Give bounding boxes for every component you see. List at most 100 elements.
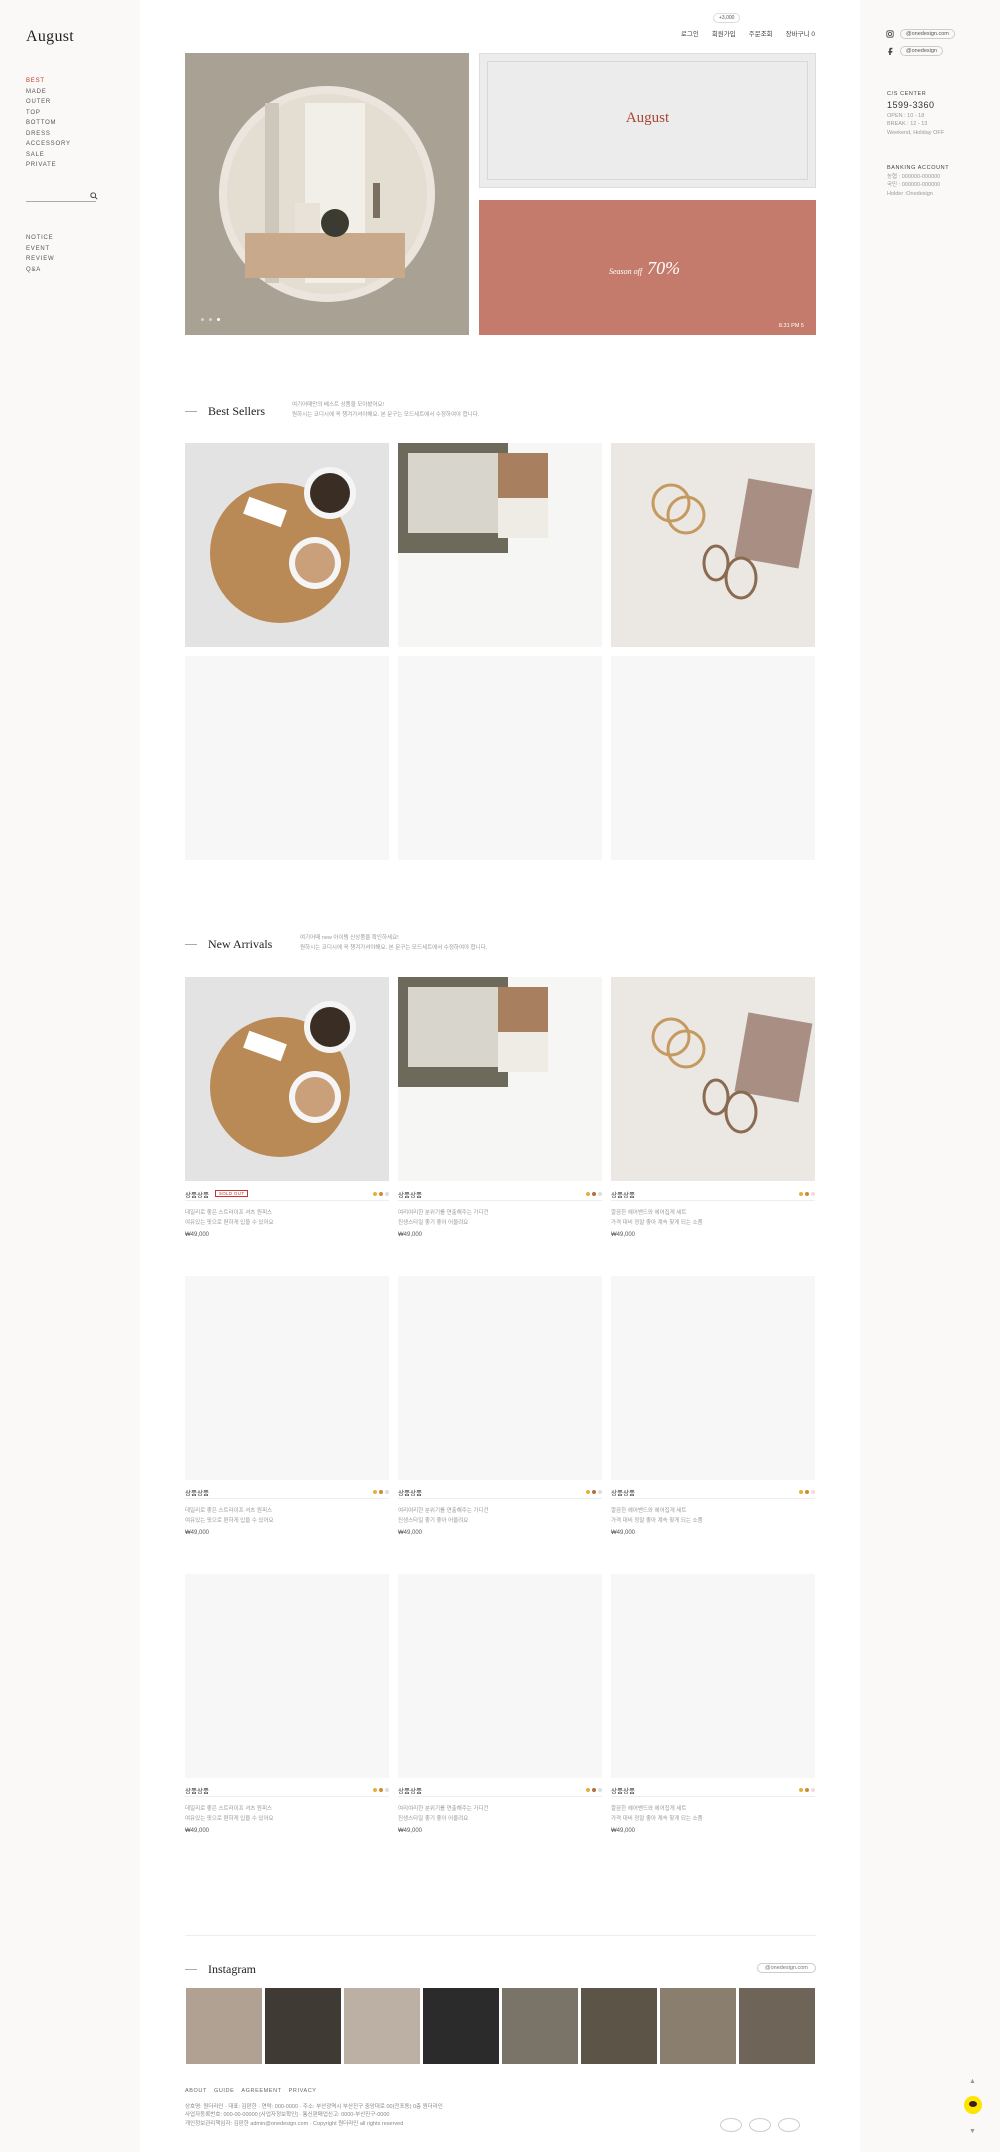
product-price: ₩49,000 [185, 1232, 210, 1238]
product-name[interactable]: 상품상품 [611, 1785, 635, 1795]
product-price: ₩49,000 [185, 1530, 210, 1536]
product-info[interactable]: 상품상품 깔끔한 헤어밴드와 헤어집게 세트 가격 대비 정말 좋아 계속 찾게 … [611, 1785, 815, 1834]
product-image[interactable] [398, 1276, 602, 1480]
instagram-handle: @onedesign.com [900, 29, 955, 39]
product-info[interactable]: 상품상품 여리여리한 분위기를 연출해주는 가디건 진생스타일 좋기 좋아 어울려… [398, 1785, 602, 1834]
instagram-photo[interactable] [186, 1988, 262, 2064]
product-info[interactable]: 상품상품 데일리로 좋은 스트라이프 셔츠 원피스 여유있는 핏으로 편하게 입을… [185, 1487, 389, 1536]
login-link[interactable]: 로그인 [681, 28, 699, 38]
instagram-link[interactable]: @onedesign.com [886, 29, 955, 39]
new-arrivals-desc: 여기어때 new 아이템 신상품을 확인하세요! 원하시는 코디시에 꼭 챙겨가셔… [300, 935, 488, 951]
product-image[interactable] [611, 443, 815, 647]
product-image[interactable] [185, 443, 389, 647]
instagram-handle-button[interactable]: @onedesign.com [757, 1963, 816, 1973]
category-bottom[interactable]: BOTTOM [26, 118, 71, 129]
product-info[interactable]: 상품상품 여리여리한 분위기를 연출해주는 가디건 진생스타일 좋기 좋아 어울려… [398, 1487, 602, 1536]
footer-about-link[interactable]: ABOUT [185, 2087, 207, 2096]
scroll-up-icon[interactable]: ▲ [969, 2078, 976, 2085]
category-best[interactable]: BEST [26, 76, 71, 87]
board-review[interactable]: REVIEW [26, 254, 54, 265]
badge-icon [778, 2118, 800, 2132]
search-icon[interactable] [90, 192, 98, 200]
badge-icon [720, 2118, 742, 2132]
product-name[interactable]: 상품상품 [398, 1189, 422, 1199]
product-image[interactable] [611, 1574, 815, 1778]
product-info[interactable]: 상품상품 여리여리한 분위기를 연출해주는 가디건 진생스타일 좋기 좋아 어울려… [398, 1189, 602, 1238]
color-swatches [373, 1787, 389, 1792]
category-dress[interactable]: DRESS [26, 129, 71, 140]
cart-link[interactable]: 장바구니 0 [786, 28, 815, 38]
product-name[interactable]: 상품상품 [185, 1785, 209, 1795]
soldout-badge: SOLD OUT [214, 1190, 249, 1197]
product-info[interactable]: 상품상품 데일리로 좋은 스트라이프 셔츠 원피스 여유있는 핏으로 편하게 입을… [185, 1785, 389, 1834]
product-image[interactable] [611, 656, 815, 860]
category-sale[interactable]: SALE [26, 150, 71, 161]
order-link[interactable]: 주문조회 [749, 28, 773, 38]
product-name[interactable]: 상품상품 [185, 1189, 209, 1199]
best-desc: 여기어때만의 베스트 상품을 모아봤어요! 원하시는 코디시에 꼭 챙겨가셔야해요… [292, 402, 480, 418]
product-image[interactable] [185, 1574, 389, 1778]
category-made[interactable]: MADE [26, 87, 71, 98]
logo[interactable]: August [26, 28, 74, 46]
instagram-photo[interactable] [739, 1988, 815, 2064]
product-image[interactable] [185, 656, 389, 860]
board-qna[interactable]: Q&A [26, 265, 54, 276]
instagram-photo[interactable] [344, 1988, 420, 2064]
join-link[interactable]: 회원가입 [712, 28, 736, 38]
product-image[interactable] [398, 656, 602, 860]
product-desc: 가격 대비 정말 좋아 계속 찾게 되는 소품 [611, 1517, 703, 1524]
footer-agreement-link[interactable]: AGREEMENT [241, 2087, 281, 2096]
color-swatches [373, 1191, 389, 1196]
sale-banner[interactable]: Season off 70% 8.31 PM 5 [479, 200, 816, 335]
color-swatches [586, 1489, 602, 1494]
instagram-photo[interactable] [581, 1988, 657, 2064]
product-price: ₩49,000 [611, 1232, 636, 1238]
product-image[interactable] [185, 977, 389, 1181]
facebook-link[interactable]: @onedesign [886, 46, 943, 56]
category-top[interactable]: TOP [26, 108, 71, 119]
product-info[interactable]: 상품상품 SOLD OUT 데일리로 좋은 스트라이프 셔츠 원피스 여유있는 핏으… [185, 1189, 389, 1238]
sale-date: 8.31 PM 5 [778, 323, 804, 329]
cs-line: Weekend, Holiday OFF [887, 129, 945, 136]
product-image[interactable] [398, 443, 602, 647]
slide-indicator[interactable] [201, 318, 220, 321]
color-swatches [799, 1191, 815, 1196]
footer-privacy-link[interactable]: PRIVACY [289, 2087, 317, 2096]
category-accessory[interactable]: ACCESSORY [26, 139, 71, 150]
instagram-photo[interactable] [423, 1988, 499, 2064]
product-image[interactable] [185, 1276, 389, 1480]
bank-title: BANKING ACCOUNT [887, 165, 950, 171]
brand-banner[interactable]: August [479, 53, 816, 188]
product-info[interactable]: 상품상품 깔끔한 헤어밴드와 헤어집게 세트 가격 대비 정말 좋아 계속 찾게 … [611, 1189, 815, 1238]
product-info[interactable]: 상품상품 깔끔한 헤어밴드와 헤어집게 세트 가격 대비 정말 좋아 계속 찾게 … [611, 1487, 815, 1536]
board-notice[interactable]: NOTICE [26, 233, 54, 244]
category-outer[interactable]: OUTER [26, 97, 71, 108]
product-name[interactable]: 상품상품 [398, 1487, 422, 1497]
search-input[interactable] [26, 192, 96, 202]
product-name[interactable]: 상품상품 [185, 1487, 209, 1497]
product-name[interactable]: 상품상품 [611, 1189, 635, 1199]
footer-guide-link[interactable]: GUIDE [214, 2087, 234, 2096]
instagram-photo[interactable] [502, 1988, 578, 2064]
product-image[interactable] [398, 1574, 602, 1778]
product-name[interactable]: 상품상품 [398, 1785, 422, 1795]
product-desc: 데일리로 좋은 스트라이프 셔츠 원피스 [185, 1210, 273, 1216]
new-arrivals-heading: New Arrivals [185, 937, 272, 952]
product-image[interactable] [611, 1276, 815, 1480]
instagram-photo[interactable] [660, 1988, 736, 2064]
instagram-photo[interactable] [265, 1988, 341, 2064]
category-private[interactable]: PRIVATE [26, 160, 71, 171]
product-desc: 여리여리한 분위기를 연출해주는 가디건 [398, 1806, 489, 1812]
top-nav: 로그인 회원가입 주문조회 장바구니 0 [681, 28, 815, 38]
product-image[interactable] [611, 977, 815, 1181]
footer-line: 상호명: 원더라인 · 대표: 김판한 · 연락: 000-0000 · 주소:… [185, 2103, 443, 2110]
sale-value: 70% [647, 258, 681, 278]
scroll-down-icon[interactable]: ▼ [969, 2128, 976, 2135]
product-name[interactable]: 상품상품 [611, 1487, 635, 1497]
hero-slide[interactable] [185, 53, 469, 335]
board-event[interactable]: EVENT [26, 244, 54, 255]
product-image[interactable] [398, 977, 602, 1181]
section-title: Instagram [208, 1962, 256, 1976]
bank-line: 국민 : 000000-000000 [887, 182, 941, 188]
kakao-chat-icon[interactable] [964, 2096, 982, 2114]
